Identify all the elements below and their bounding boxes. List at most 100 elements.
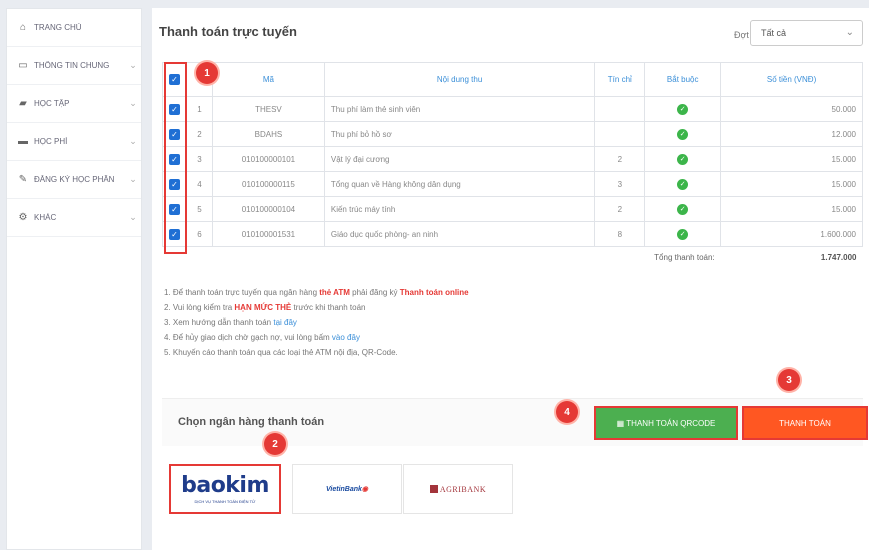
required-check-icon: ✓	[677, 128, 689, 140]
header-required: Bắt buộc	[644, 62, 722, 97]
note-5: 5. Khuyến cáo thanh toán qua các loại th…	[164, 348, 398, 357]
table-row: ✓ 5 010100000104 Kiến trúc máy tính 2 ✓ …	[162, 196, 863, 222]
row-stt: 3	[186, 146, 213, 172]
sidebar-item-course-registration[interactable]: ✎ ĐĂNG KÝ HỌC PHẦN ⌄	[7, 161, 141, 199]
agribank-logo: AGRIBANK	[429, 484, 486, 494]
row-stt: 2	[186, 121, 213, 147]
header-credits: Tín chỉ	[594, 62, 646, 97]
total-row: Tổng thanh toán: 1.747.000	[163, 247, 863, 269]
period-filter-select[interactable]: Tất cả ⌄	[750, 20, 863, 46]
chevron-down-icon: ⌄	[129, 60, 137, 70]
row-code: THESV	[211, 96, 325, 122]
row-stt: 4	[186, 171, 213, 197]
header-amount: Số tiền (VNĐ)	[720, 62, 863, 97]
row-code: 010100000115	[211, 171, 325, 197]
sidebar-item-study[interactable]: ▰ HỌC TẬP ⌄	[7, 85, 141, 123]
sidebar-item-label: ĐĂNG KÝ HỌC PHẦN	[34, 175, 115, 184]
row-amount: 12.000	[720, 121, 863, 147]
annotation-marker-2: 2	[264, 433, 286, 455]
bank-option-vietinbank[interactable]: VietinBank◉	[292, 464, 402, 514]
total-label: Tổng thanh toán:	[654, 253, 715, 263]
vietinbank-logo: VietinBank◉	[325, 486, 369, 493]
sidebar-item-home[interactable]: ⌂ TRANG CHỦ	[7, 9, 141, 47]
register-icon: ✎	[18, 174, 28, 185]
row-amount: 15.000	[720, 196, 863, 222]
annotation-box-checkboxes	[164, 62, 187, 254]
sidebar-item-other[interactable]: ⚙ KHÁC ⌄	[7, 199, 141, 237]
row-amount: 1.600.000	[720, 221, 863, 247]
chevron-down-icon: ⌄	[129, 136, 137, 146]
page-title: Thanh toán trực tuyến	[159, 24, 297, 39]
note-2: 2. Vui lòng kiểm tra HẠN MỨC THẺ trước k…	[164, 303, 366, 312]
guide-link[interactable]: tại đây	[273, 318, 297, 327]
required-check-icon: ✓	[677, 153, 689, 165]
annotation-marker-1: 1	[196, 62, 218, 84]
sidebar: ⌂ TRANG CHỦ ▭ THÔNG TIN CHUNG ⌄ ▰ HỌC TẬ…	[6, 8, 142, 550]
cancel-transaction-link[interactable]: vào đây	[332, 333, 360, 342]
row-code: 010100001531	[211, 221, 325, 247]
monitor-icon: ▭	[18, 60, 28, 71]
header-code: Mã	[211, 62, 325, 97]
chevron-down-icon: ⌄	[845, 27, 854, 38]
pay-button[interactable]: THANH TOÁN	[742, 406, 868, 440]
period-filter-label: Đợt	[734, 30, 749, 40]
required-check-icon: ✓	[677, 103, 689, 115]
row-content: Thu phí bỏ hồ sơ	[323, 121, 596, 147]
table-row: ✓ 1 THESV Thu phí làm thẻ sinh viên ✓ 50…	[162, 96, 863, 122]
row-credits: 3	[594, 171, 646, 197]
row-amount: 15.000	[720, 146, 863, 172]
sidebar-item-tuition[interactable]: ▬ HỌC PHÍ ⌄	[7, 123, 141, 161]
pay-qrcode-button[interactable]: ▦ THANH TOÁN QRCODE	[594, 406, 738, 440]
table-row: ✓ 2 BDAHS Thu phí bỏ hồ sơ ✓ 12.000	[162, 121, 863, 147]
total-value: 1.747.000	[820, 253, 857, 263]
home-icon: ⌂	[19, 22, 27, 33]
sidebar-item-general-info[interactable]: ▭ THÔNG TIN CHUNG ⌄	[7, 47, 141, 85]
education-icon: ▰	[19, 98, 27, 109]
row-credits	[594, 121, 646, 147]
sidebar-item-label: THÔNG TIN CHUNG	[34, 61, 110, 70]
sidebar-item-label: KHÁC	[34, 213, 57, 222]
table-header-row: ✓ Mã Nội dung thu Tín chỉ Bắt buộc Số ti…	[162, 62, 863, 97]
table-row: ✓ 6 010100001531 Giáo dục quốc phòng- an…	[162, 221, 863, 247]
row-credits: 2	[594, 146, 646, 172]
table-row: ✓ 4 010100000115 Tổng quan về Hàng không…	[162, 171, 863, 197]
row-credits	[594, 96, 646, 122]
row-code: 010100000104	[211, 196, 325, 222]
table-row: ✓ 3 010100000101 Vật lý đại cương 2 ✓ 15…	[162, 146, 863, 172]
note-4: 4. Để hủy giao dịch chờ gạch nợ, vui lòn…	[164, 333, 360, 342]
row-credits: 8	[594, 221, 646, 247]
row-amount: 50.000	[720, 96, 863, 122]
card-icon: ▬	[18, 136, 28, 147]
sidebar-item-label: TRANG CHỦ	[34, 23, 82, 32]
required-check-icon: ✓	[677, 178, 689, 190]
row-content: Kiến trúc máy tính	[323, 196, 596, 222]
row-stt: 6	[186, 221, 213, 247]
chevron-down-icon: ⌄	[129, 98, 137, 108]
chevron-down-icon: ⌄	[129, 174, 137, 184]
note-3: 3. Xem hướng dẫn thanh toán tại đây	[164, 318, 297, 327]
bank-section-title: Chọn ngân hàng thanh toán	[178, 416, 325, 428]
period-filter-value: Tất cả	[761, 28, 787, 38]
note-1: 1. Để thanh toán trực tuyến qua ngân hàn…	[164, 288, 469, 297]
annotation-marker-4: 4	[556, 401, 578, 423]
sidebar-item-label: HỌC TẬP	[34, 99, 70, 108]
bank-option-baokim[interactable]: baokim DỊCH VỤ THANH TOÁN ĐIỆN TỬ	[169, 464, 281, 514]
row-amount: 15.000	[720, 171, 863, 197]
row-content: Giáo dục quốc phòng- an ninh	[323, 221, 596, 247]
annotation-marker-3: 3	[778, 369, 800, 391]
baokim-logo: baokim	[181, 472, 269, 498]
bank-option-agribank[interactable]: AGRIBANK	[403, 464, 513, 514]
online-payment-panel: Thanh toán trực tuyến Đợt Tất cả ⌄ ✓ Mã …	[152, 8, 869, 550]
required-check-icon: ✓	[677, 228, 689, 240]
row-content: Tổng quan về Hàng không dân dụng	[323, 171, 596, 197]
required-check-icon: ✓	[677, 203, 689, 215]
row-code: 010100000101	[211, 146, 325, 172]
row-code: BDAHS	[211, 121, 325, 147]
baokim-tagline: DỊCH VỤ THANH TOÁN ĐIỆN TỬ	[194, 498, 256, 504]
fee-table: ✓ Mã Nội dung thu Tín chỉ Bắt buộc Số ti…	[162, 62, 863, 269]
row-stt: 5	[186, 196, 213, 222]
row-content: Vật lý đại cương	[323, 146, 596, 172]
row-stt: 1	[186, 96, 213, 122]
chevron-down-icon: ⌄	[129, 212, 137, 222]
sidebar-item-label: HỌC PHÍ	[34, 137, 68, 146]
